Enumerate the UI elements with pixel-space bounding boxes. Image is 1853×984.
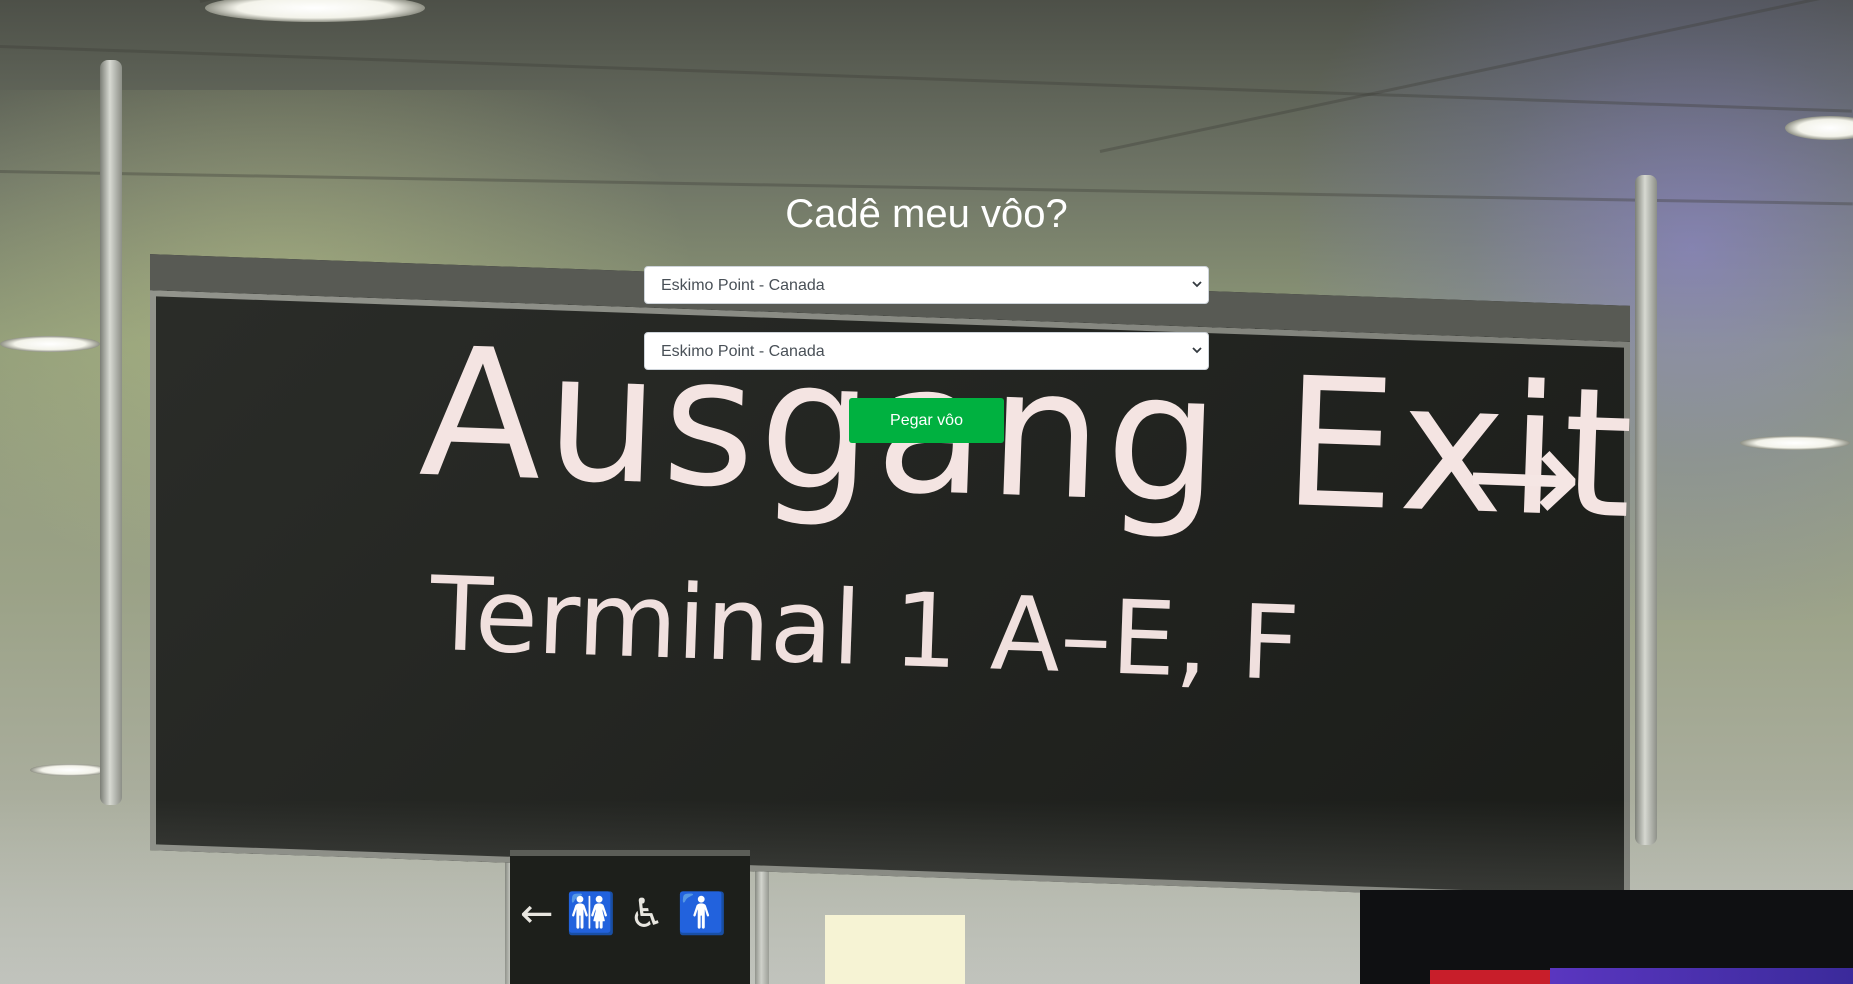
origin-select[interactable]: Eskimo Point - Canada xyxy=(644,266,1209,304)
display-screen-red-bar xyxy=(1430,970,1550,984)
display-screen-blue-bar xyxy=(1550,968,1853,984)
page-title: Cadê meu vôo? xyxy=(785,192,1068,236)
origin-select-wrapper: Eskimo Point - Canada xyxy=(644,266,1209,304)
restroom-sign-icons: ← 🚻 ♿ 🚹 xyxy=(520,891,728,937)
destination-select-wrapper: Eskimo Point - Canada xyxy=(644,332,1209,370)
page: Ausgang Exit Terminal 1 A–E, F → ← 🚻 ♿ 🚹… xyxy=(0,0,1853,984)
destination-select[interactable]: Eskimo Point - Canada xyxy=(644,332,1209,370)
get-flight-button[interactable]: Pegar vôo xyxy=(849,398,1004,443)
ceiling-lamp xyxy=(30,764,110,776)
doorway-light xyxy=(825,915,965,984)
flight-search-form: Cadê meu vôo? Eskimo Point - Canada Eski… xyxy=(0,0,1853,443)
